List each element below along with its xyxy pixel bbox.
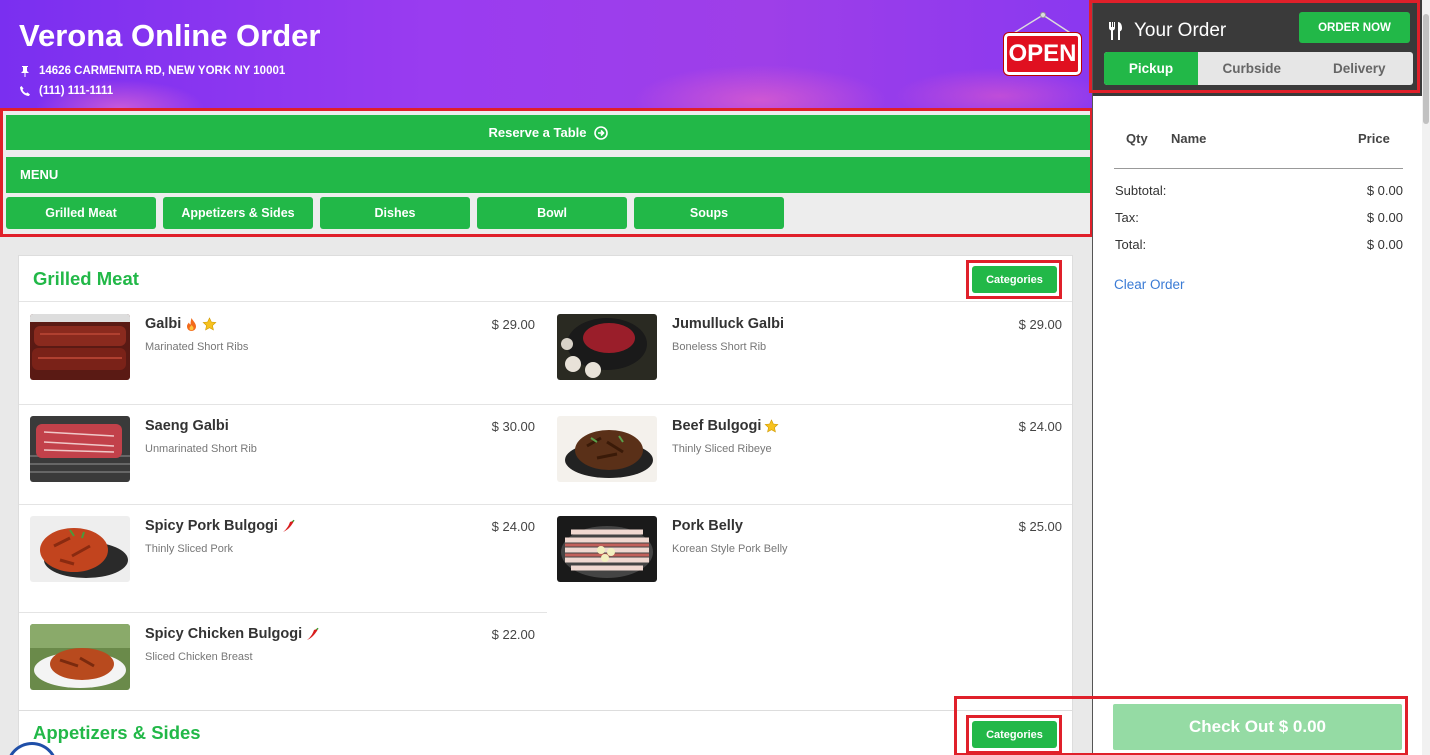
menu-item-spicy-pork-bulgogi[interactable]: Spicy Pork Bulgogi Thinly Sliced Pork $ …: [19, 505, 546, 612]
open-sign: OPEN: [1003, 12, 1081, 78]
section-header: Grilled Meat: [19, 256, 1072, 302]
tax-row: Tax: $ 0.00: [1115, 210, 1403, 225]
category-bowl[interactable]: Bowl: [477, 197, 627, 229]
food-image: [30, 624, 130, 690]
menu-heading: MENU: [6, 157, 1090, 193]
subtotal-row: Subtotal: $ 0.00: [1115, 183, 1403, 198]
category-grilled-meat[interactable]: Grilled Meat: [6, 197, 156, 229]
total-value: $ 0.00: [1366, 237, 1403, 252]
scrollbar-thumb[interactable]: [1423, 14, 1429, 124]
category-appetizers-sides[interactable]: Appetizers & Sides: [163, 197, 313, 229]
restaurant-address: 14626 CARMENITA RD, NEW YORK NY 10001: [19, 65, 285, 77]
order-now-button[interactable]: ORDER NOW: [1299, 12, 1410, 43]
food-image: [30, 314, 130, 380]
tab-curbside[interactable]: Curbside: [1198, 52, 1306, 85]
menu-item-galbi[interactable]: Galbi Marinated Short Ribs $ 29.00: [19, 303, 546, 404]
item-price: $ 24.00: [1018, 419, 1062, 434]
utensils-icon: [1109, 22, 1122, 40]
tax-label: Tax:: [1115, 210, 1139, 225]
order-sidebar: Your Order ORDER NOW Pickup Curbside Del…: [1092, 0, 1423, 755]
open-status-badge: OPEN: [1004, 33, 1081, 75]
item-description: Thinly Sliced Ribeye: [672, 443, 772, 455]
restaurant-phone[interactable]: (111) 111-1111: [19, 85, 113, 97]
menu-item-jumulluck-galbi[interactable]: Jumulluck Galbi Boneless Short Rib $ 29.…: [546, 303, 1073, 404]
phone-icon: [20, 86, 30, 96]
item-price: $ 24.00: [491, 519, 535, 534]
order-header: Your Order ORDER NOW Pickup Curbside Del…: [1093, 0, 1423, 96]
category-soups[interactable]: Soups: [634, 197, 784, 229]
food-image: [30, 516, 130, 582]
total-row: Total: $ 0.00: [1115, 237, 1403, 252]
section-title: Grilled Meat: [33, 268, 139, 289]
menu-item-saeng-galbi[interactable]: Saeng Galbi Unmarinated Short Rib $ 30.0…: [19, 405, 546, 505]
fire-icon: [187, 317, 197, 331]
item-name: Pork Belly: [672, 518, 743, 534]
restaurant-header: Verona Online Order 14626 CARMENITA RD, …: [0, 0, 1092, 110]
categories-highlight: Categories: [966, 715, 1062, 754]
item-price: $ 30.00: [491, 419, 535, 434]
categories-button[interactable]: Categories: [972, 266, 1057, 293]
menu-navigation: Reserve a Table MENU Grilled Meat Appeti…: [0, 108, 1093, 237]
item-name: Spicy Chicken Bulgogi: [145, 626, 320, 642]
order-title: Your Order: [1107, 20, 1226, 42]
item-price: $ 29.00: [1018, 317, 1062, 332]
item-price: $ 22.00: [491, 627, 535, 642]
name-column-header: Name: [1171, 131, 1207, 146]
item-name: Saeng Galbi: [145, 418, 229, 434]
order-divider: [1114, 168, 1403, 169]
checkout-button[interactable]: Check Out $ 0.00: [1113, 704, 1402, 750]
pin-icon: [21, 66, 29, 77]
categories-button[interactable]: Categories: [972, 721, 1057, 748]
arrow-circle-right-icon: [593, 125, 608, 140]
restaurant-title: Verona Online Order: [19, 18, 321, 53]
address-text: 14626 CARMENITA RD, NEW YORK NY 10001: [39, 65, 286, 77]
clear-order-link[interactable]: Clear Order: [1114, 277, 1185, 292]
subtotal-value: $ 0.00: [1366, 183, 1403, 198]
section-title: Appetizers & Sides: [33, 722, 201, 743]
item-description: Boneless Short Rib: [672, 341, 767, 353]
menu-item-pork-belly[interactable]: Pork Belly Korean Style Pork Belly $ 25.…: [546, 505, 1073, 612]
item-price: $ 25.00: [1018, 519, 1062, 534]
total-label: Total:: [1115, 237, 1147, 252]
subtotal-label: Subtotal:: [1115, 183, 1167, 198]
item-description: Marinated Short Ribs: [145, 341, 249, 353]
reserve-label: Reserve a Table: [488, 125, 587, 140]
item-name: Spicy Pork Bulgogi: [145, 518, 296, 534]
tab-pickup[interactable]: Pickup: [1104, 52, 1198, 85]
page-scrollbar[interactable]: [1422, 0, 1430, 755]
grilled-meat-section: Grilled Meat Galbi Marinated Short Ribs …: [18, 255, 1073, 715]
menu-item-beef-bulgogi[interactable]: Beef Bulgogi Thinly Sliced Ribeye $ 24.0…: [546, 405, 1073, 505]
star-icon: [202, 316, 217, 330]
chili-icon: [307, 627, 319, 640]
star-icon: [764, 418, 779, 432]
item-description: Sliced Chicken Breast: [145, 651, 253, 663]
food-image: [30, 416, 130, 482]
food-image: [557, 416, 657, 482]
category-dishes[interactable]: Dishes: [320, 197, 470, 229]
tab-delivery[interactable]: Delivery: [1306, 52, 1414, 85]
food-image: [557, 314, 657, 380]
order-type-tabs: Pickup Curbside Delivery: [1104, 52, 1413, 85]
reserve-table-button[interactable]: Reserve a Table: [6, 115, 1090, 150]
item-price: $ 29.00: [491, 317, 535, 332]
menu-item-spicy-chicken-bulgogi[interactable]: Spicy Chicken Bulgogi Sliced Chicken Bre…: [19, 613, 546, 710]
appetizers-sides-section: Appetizers & Sides: [18, 710, 1073, 755]
item-description: Korean Style Pork Belly: [672, 543, 788, 555]
item-name: Jumulluck Galbi: [672, 316, 784, 332]
phone-text: (111) 111-1111: [39, 85, 114, 97]
item-name: Galbi: [145, 316, 217, 332]
price-column-header: Price: [1358, 131, 1390, 146]
item-name: Beef Bulgogi: [672, 418, 779, 434]
qty-column-header: Qty: [1126, 131, 1148, 146]
item-description: Thinly Sliced Pork: [145, 543, 234, 555]
food-image: [557, 516, 657, 582]
chili-icon: [282, 519, 295, 532]
item-description: Unmarinated Short Rib: [145, 443, 257, 455]
category-tabs: Grilled Meat Appetizers & Sides Dishes B…: [6, 197, 784, 229]
categories-highlight: Categories: [966, 260, 1062, 299]
tax-value: $ 0.00: [1366, 210, 1403, 225]
